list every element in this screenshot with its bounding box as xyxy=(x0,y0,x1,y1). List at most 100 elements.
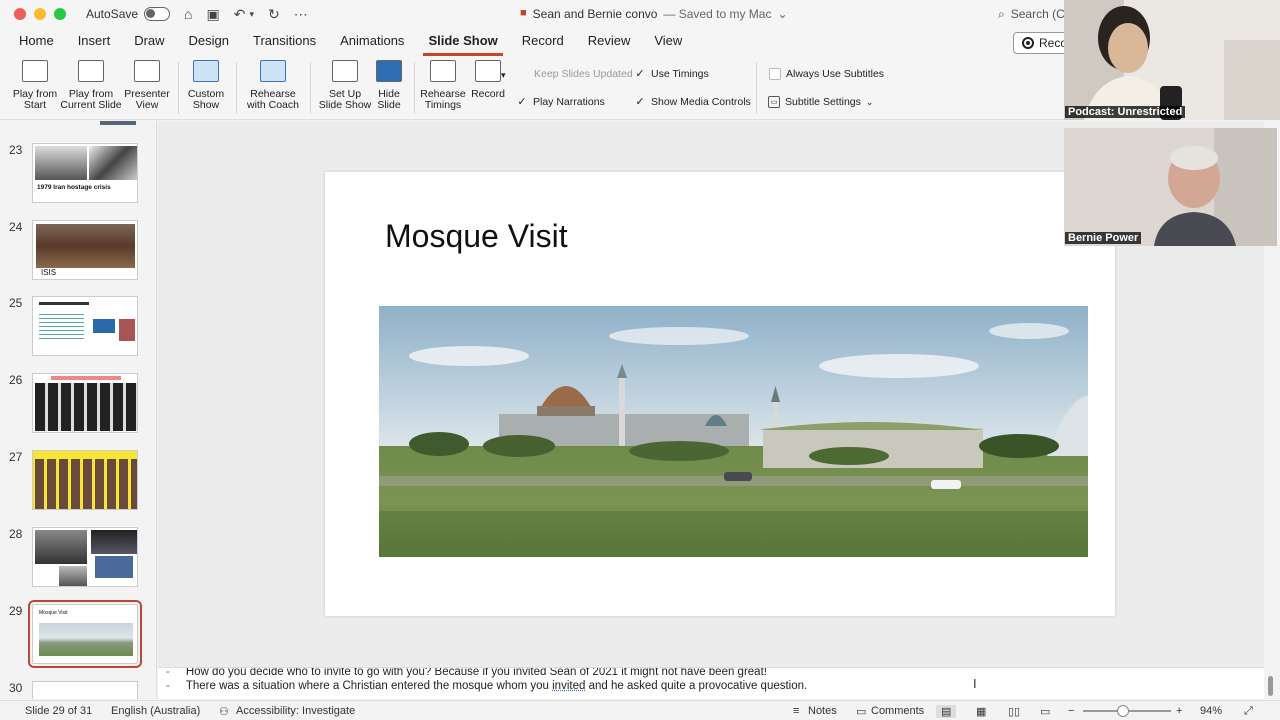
zoom-level[interactable]: 94% xyxy=(1200,705,1222,717)
tab-view[interactable]: View xyxy=(649,33,687,56)
tab-transitions[interactable]: Transitions xyxy=(248,33,321,56)
reading-view-icon[interactable]: ▯▯ xyxy=(1008,705,1020,718)
search-box[interactable]: ⌕ Search (C xyxy=(998,7,1065,22)
speaker-notes-pane[interactable]: - How do you decide who to invite to go w… xyxy=(158,667,1264,699)
tab-record[interactable]: Record xyxy=(517,33,569,56)
zoom-out-icon[interactable]: − xyxy=(1068,705,1074,717)
slide-thumbnail[interactable] xyxy=(32,373,138,433)
tab-design[interactable]: Design xyxy=(184,33,234,56)
always-use-subtitles-checkbox[interactable]: Always Use Subtitles xyxy=(769,68,884,80)
play-from-start-button[interactable]: Play from Start xyxy=(12,60,58,111)
hide-slide-label: Hide Slide xyxy=(377,88,401,111)
autosave-label: AutoSave xyxy=(86,7,139,21)
autosave-control[interactable]: AutoSave xyxy=(86,7,171,21)
custom-show-button[interactable]: Custom Show xyxy=(184,60,228,111)
mosque-photo[interactable] xyxy=(379,306,1088,557)
text-cursor-icon: I xyxy=(973,676,977,691)
separator xyxy=(236,62,237,114)
thumbnail-portrait-grid xyxy=(35,459,137,509)
notes-line-2[interactable]: - There was a situation where a Christian… xyxy=(166,680,807,692)
zoom-window-button[interactable] xyxy=(54,8,66,20)
autosave-toggle[interactable] xyxy=(144,7,171,21)
slide-thumbnail[interactable]: 1979 Iran hostage crisis xyxy=(32,143,138,203)
show-media-controls-checkbox[interactable]: ✓ Show Media Controls xyxy=(634,96,750,108)
play-from-current-button[interactable]: Play from Current Slide xyxy=(60,60,122,111)
slide-number: 27 xyxy=(9,450,23,464)
undo-icon[interactable]: ↶ xyxy=(234,6,246,23)
rehearse-with-coach-button[interactable]: Rehearse with Coach xyxy=(244,60,302,111)
comments-toggle-button[interactable]: Comments xyxy=(871,705,924,717)
checkmark-icon: ✓ xyxy=(635,68,645,80)
slide-thumbnail[interactable] xyxy=(32,296,138,356)
more-icon[interactable]: ⋯ xyxy=(294,6,308,23)
close-window-button[interactable] xyxy=(14,8,26,20)
tab-home[interactable]: Home xyxy=(14,33,59,56)
slide-show-view-icon[interactable]: ▭ xyxy=(1040,705,1050,718)
tab-review[interactable]: Review xyxy=(583,33,636,56)
accessibility-status[interactable]: Accessibility: Investigate xyxy=(236,705,355,717)
play-narrations-label: Play Narrations xyxy=(533,96,605,108)
always-use-subtitles-label: Always Use Subtitles xyxy=(786,68,885,80)
tab-draw[interactable]: Draw xyxy=(129,33,169,56)
play-current-icon xyxy=(78,60,104,82)
tab-slide-show[interactable]: Slide Show xyxy=(423,33,503,56)
notes-line-2-underlined-word: invited xyxy=(552,680,586,692)
slide-thumbnail-selected[interactable]: Mosque Visit xyxy=(28,600,142,668)
notes-line-1[interactable]: - How do you decide who to invite to go w… xyxy=(166,667,767,678)
hide-slide-button[interactable]: Hide Slide xyxy=(372,60,406,111)
tab-insert[interactable]: Insert xyxy=(73,33,116,56)
checkmark-icon: ✓ xyxy=(517,96,527,108)
powerpoint-file-icon: ■ xyxy=(520,7,527,19)
zoom-in-icon[interactable]: + xyxy=(1176,705,1182,717)
keep-slides-updated-label: Keep Slides Updated xyxy=(534,68,633,80)
hide-slide-icon xyxy=(376,60,402,82)
home-icon[interactable]: ⌂ xyxy=(184,6,192,22)
slide-number: 28 xyxy=(9,527,23,541)
minimize-window-button[interactable] xyxy=(34,8,46,20)
notes-toggle-button[interactable]: Notes xyxy=(808,705,837,717)
document-title[interactable]: ■ Sean and Bernie convo — Saved to my Ma… xyxy=(520,7,788,21)
slide-title[interactable]: Mosque Visit xyxy=(385,218,568,255)
rehearse-with-coach-label: Rehearse with Coach xyxy=(247,88,299,111)
bullet-dash: - xyxy=(166,680,170,692)
search-placeholder: Search (C xyxy=(1010,7,1065,21)
set-up-slide-show-button[interactable]: Set Up Slide Show xyxy=(318,60,372,111)
separator xyxy=(310,62,311,114)
tab-animations[interactable]: Animations xyxy=(335,33,409,56)
fit-to-window-icon[interactable]: ⤢ xyxy=(1244,705,1253,718)
save-icon[interactable]: ▣ xyxy=(207,6,220,23)
undo-dropdown-icon[interactable]: ▾ xyxy=(249,9,254,20)
mosque-landscape-image xyxy=(379,306,1088,557)
rehearse-timings-button[interactable]: Rehearse Timings xyxy=(420,60,466,111)
bullet-dash: - xyxy=(166,667,170,678)
thumbnail-photo xyxy=(35,530,87,564)
slide-thumbnail[interactable] xyxy=(32,450,138,510)
timer-icon xyxy=(430,60,456,82)
redo-icon[interactable]: ↻ xyxy=(268,6,280,23)
chevron-down-icon[interactable]: ▾ xyxy=(501,70,506,81)
current-slide[interactable]: Mosque Visit xyxy=(325,172,1115,616)
webcam-person-image xyxy=(1064,128,1277,246)
thumbnail-photo xyxy=(89,146,137,180)
slide-counter: Slide 29 of 31 xyxy=(25,705,93,717)
slide-sorter-icon[interactable]: ▦ xyxy=(976,705,986,718)
previous-thumbnail-fragment xyxy=(100,121,136,125)
subtitle-settings-label: Subtitle Settings xyxy=(785,96,861,108)
record-button-label: Reco xyxy=(1039,36,1068,50)
subtitle-settings-dropdown[interactable]: ▭ Subtitle Settings ⌄ xyxy=(768,96,873,108)
play-from-start-label: Play from Start xyxy=(12,88,58,111)
webcam-label-top: Podcast: Unrestricted xyxy=(1065,106,1186,118)
slide-thumbnail[interactable] xyxy=(32,527,138,587)
presenter-view-button[interactable]: Presenter View xyxy=(122,60,172,111)
normal-view-icon[interactable]: ▤ xyxy=(936,705,957,718)
thumbnail-bullets xyxy=(39,311,84,339)
notes-scrollbar[interactable] xyxy=(1268,676,1273,696)
slide-number: 23 xyxy=(9,143,23,157)
zoom-slider-handle[interactable] xyxy=(1117,705,1129,717)
play-narrations-checkbox[interactable]: ✓ Play Narrations xyxy=(516,96,605,108)
slide-thumbnail[interactable] xyxy=(32,681,138,699)
slide-thumbnail[interactable]: ISIS xyxy=(32,220,138,280)
slide-thumbnails-pane[interactable]: 23 1979 Iran hostage crisis 24 ISIS 25 2… xyxy=(0,121,157,699)
language-indicator[interactable]: English (Australia) xyxy=(111,705,200,717)
use-timings-checkbox[interactable]: ✓ Use Timings xyxy=(634,68,708,80)
